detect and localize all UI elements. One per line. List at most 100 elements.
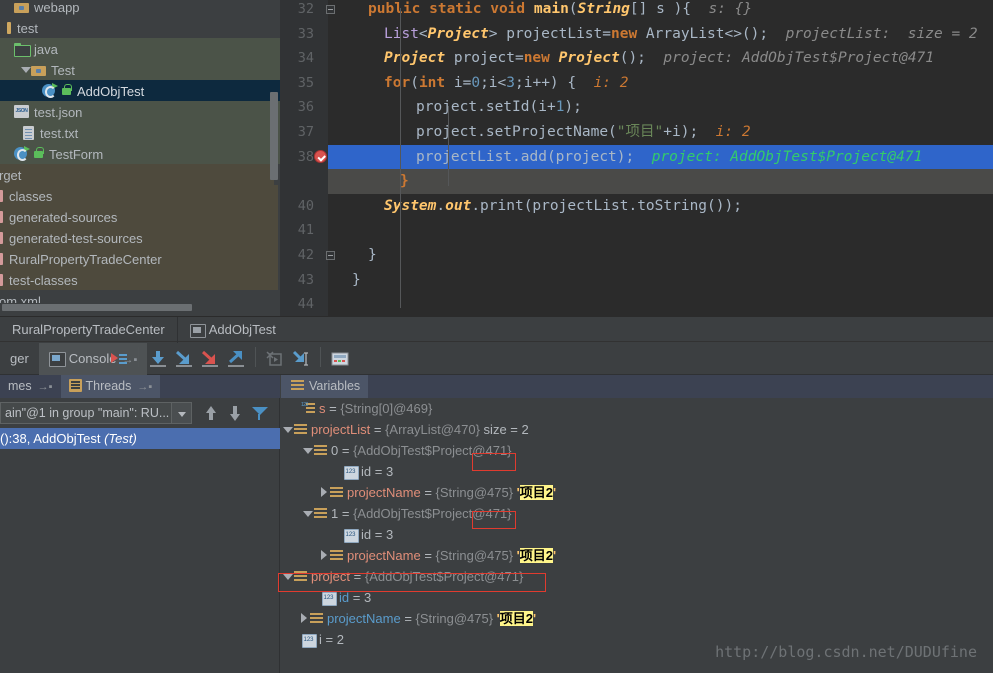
pin-tab-icon[interactable]: →▪ xyxy=(38,376,53,399)
code-line-32[interactable]: 32 public static void main(String[] s ){ … xyxy=(280,0,993,22)
code-line-41[interactable]: 41 xyxy=(280,218,993,243)
variable-row-projectName[interactable]: projectName = {String@475} '项目2' xyxy=(281,482,993,503)
chevron-down-icon[interactable] xyxy=(20,64,31,75)
code-line-36[interactable]: 36 project.setId(i+1); xyxy=(280,95,993,120)
chevron-right-icon[interactable] xyxy=(299,613,310,624)
code-text: project.setId(i+1); xyxy=(416,95,582,120)
frames-tab-row[interactable]: mes →▪ Threads →▪ xyxy=(0,375,280,398)
tree-item-ruralpropertytradecenter[interactable]: RuralPropertyTradeCenter xyxy=(0,248,278,269)
frame-list-item[interactable]: ():38, AddObjTest (Test) xyxy=(0,428,280,449)
step-over-button[interactable] xyxy=(145,346,171,372)
variable-row-s[interactable]: s = {String[0]@469} xyxy=(281,398,993,419)
variables-tab-row[interactable]: Variables xyxy=(281,375,993,398)
indent-guide xyxy=(400,8,401,228)
variables-panel[interactable]: Variables s = {String[0]@469}projectList… xyxy=(281,375,993,673)
thread-selector-row[interactable]: ain"@1 in group "main": RU... xyxy=(0,398,280,428)
show-execution-point-button[interactable] xyxy=(106,346,132,372)
tree-item-java[interactable]: java xyxy=(0,38,280,59)
variable-row-0[interactable]: 0 = {AddObjTest$Project@471} xyxy=(281,440,993,461)
code-token: Project xyxy=(558,50,620,67)
code-line-34[interactable]: 34 Project project=new Project(); project… xyxy=(280,46,993,71)
breakpoint-icon[interactable] xyxy=(314,149,327,163)
thread-selector-combo[interactable]: ain"@1 in group "main": RU... xyxy=(0,402,192,424)
filter-frames-button[interactable] xyxy=(250,404,269,423)
breadcrumb-item-addobjtest[interactable]: AddObjTest xyxy=(178,317,288,343)
variable-row-project[interactable]: project = {AddObjTest$Project@471} xyxy=(281,566,993,587)
code-line-37[interactable]: 37 project.setProjectName("项目"+i); i: 2 xyxy=(280,120,993,145)
code-line-38[interactable]: 38 projectList.add(project); project: Add… xyxy=(280,144,993,170)
chevron-down-icon[interactable] xyxy=(171,403,191,423)
chevron-down-icon[interactable] xyxy=(303,508,314,519)
code-token: i: 2 xyxy=(576,74,629,91)
frames-tab-mes[interactable]: mes →▪ xyxy=(0,375,61,398)
variable-row-id[interactable]: id = 3 xyxy=(281,524,993,545)
code-line-33[interactable]: 33 List<Project> projectList=new ArrayLis… xyxy=(280,22,993,47)
code-token: Project xyxy=(384,50,446,67)
variable-row-id[interactable]: id = 3 xyxy=(281,587,993,608)
code-line-caret[interactable]: } xyxy=(280,169,993,194)
variable-row-1[interactable]: 1 = {AddObjTest$Project@471} xyxy=(281,503,993,524)
debug-tab-row[interactable]: ger Console →▪ xyxy=(0,343,993,375)
code-line-35[interactable]: 35 for(int i=0;i<3;i++) { i: 2 xyxy=(280,71,993,96)
code-line-40[interactable]: 40 System.out.print(projectList.toString(… xyxy=(280,194,993,219)
step-out-button[interactable] xyxy=(223,346,249,372)
code-token: project: AddObjTest$Project@471 xyxy=(645,50,935,67)
pin-tab-icon[interactable]: →▪ xyxy=(137,376,152,399)
variable-row-id[interactable]: id = 3 xyxy=(281,461,993,482)
variable-row-projectName[interactable]: projectName = {String@475} '项目2' xyxy=(281,608,993,629)
frames-panel[interactable]: mes →▪ Threads →▪ ain"@1 in group "main": R… xyxy=(0,375,280,673)
code-editor[interactable]: 32 public static void main(String[] s ){ … xyxy=(280,0,993,316)
chevron-right-icon[interactable] xyxy=(319,550,330,561)
tree-item-generated-test-sources[interactable]: generated-test-sources xyxy=(0,227,278,248)
drop-frame-button[interactable] xyxy=(262,346,288,372)
tree-item-test-classes[interactable]: test-classes xyxy=(0,269,278,290)
move-frame-up-button[interactable] xyxy=(202,404,221,423)
move-frame-down-button[interactable] xyxy=(226,404,245,423)
code-fold-icon[interactable] xyxy=(326,251,335,260)
tree-item-test-txt[interactable]: test.txt xyxy=(0,122,280,143)
frames-tab-threads[interactable]: Threads →▪ xyxy=(60,375,161,399)
variable-row-projectList[interactable]: projectList = {ArrayList@470} size = 2 xyxy=(281,419,993,440)
tree-item-addobjtest[interactable]: AddObjTest xyxy=(0,80,280,101)
tree-item-label: Test xyxy=(51,63,75,79)
evaluate-expression-button[interactable] xyxy=(327,346,353,372)
code-token: 3 xyxy=(506,74,515,91)
tree-item-generated-sources[interactable]: generated-sources xyxy=(0,206,278,227)
tree-item-test[interactable]: Test xyxy=(0,59,280,80)
step-into-button[interactable] xyxy=(171,346,197,372)
code-fold-icon[interactable] xyxy=(326,5,335,14)
code-line-42[interactable]: 42} xyxy=(280,243,993,268)
variables-tree[interactable]: s = {String[0]@469}projectList = {ArrayL… xyxy=(281,398,993,673)
debug-tab-ger[interactable]: ger xyxy=(0,343,39,375)
variable-string-value: '项目2' xyxy=(513,485,557,500)
code-line-44[interactable]: 44 xyxy=(280,292,993,316)
breadcrumb-item-ruralpropertytradecenter[interactable]: RuralPropertyTradeCenter xyxy=(0,317,177,343)
chevron-down-icon[interactable] xyxy=(303,445,314,456)
tree-item-classes[interactable]: classes xyxy=(0,185,278,206)
breadcrumb[interactable]: RuralPropertyTradeCenter AddObjTest xyxy=(0,316,993,343)
variable-row-projectName[interactable]: projectName = {String@475} '项目2' xyxy=(281,545,993,566)
chevron-right-icon[interactable] xyxy=(319,487,330,498)
project-tree-panel[interactable]: webapp test java TestAddObjTest test.json tes… xyxy=(0,0,280,316)
code-token: new xyxy=(610,25,646,42)
tree-item-test-json[interactable]: test.json xyxy=(0,101,280,122)
project-tree-horizontal-scrollbar[interactable] xyxy=(2,304,192,311)
variable-equals: = xyxy=(349,590,364,605)
line-number: 33 xyxy=(297,25,314,42)
force-step-into-button[interactable] xyxy=(197,346,223,372)
run-to-cursor-button[interactable] xyxy=(288,346,314,372)
tree-item-webapp[interactable]: webapp xyxy=(0,0,280,17)
variable-name: id xyxy=(361,527,372,542)
tree-item-testform[interactable]: TestForm xyxy=(0,143,280,164)
chevron-down-icon[interactable] xyxy=(283,571,294,582)
variable-equals: = xyxy=(420,548,436,563)
variable-string-value: '项目2' xyxy=(493,611,537,626)
chevron-down-icon[interactable] xyxy=(283,424,294,435)
frame-list[interactable]: ():38, AddObjTest (Test) xyxy=(0,428,280,673)
code-line-43[interactable]: 43} xyxy=(280,268,993,293)
project-tree-vertical-scrollbar[interactable] xyxy=(270,92,278,180)
tree-item-rget[interactable]: rget xyxy=(0,164,274,185)
field-icon xyxy=(314,508,327,519)
tree-item-test[interactable]: test xyxy=(0,17,280,38)
tab-variables[interactable]: Variables xyxy=(281,375,369,398)
